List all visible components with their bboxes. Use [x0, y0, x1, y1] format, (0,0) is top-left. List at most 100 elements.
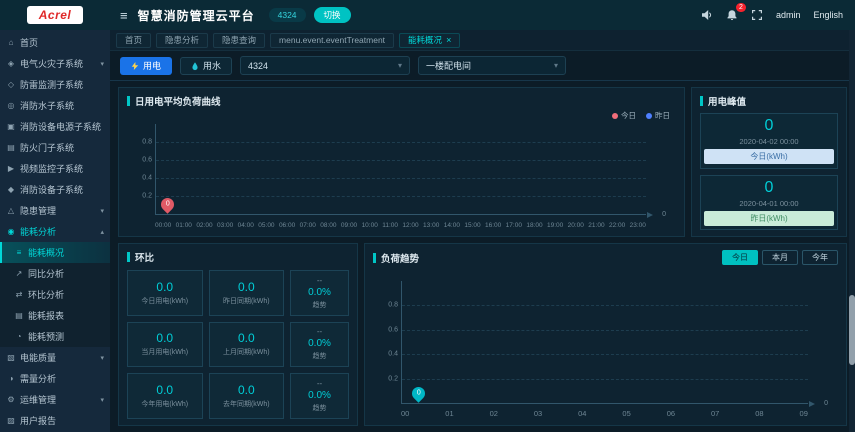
language-switch[interactable]: English	[813, 10, 843, 20]
sidebar-subitem-energy-report[interactable]: ▤ 能耗报表	[0, 305, 110, 326]
range-button-today[interactable]: 今日	[722, 250, 758, 265]
sidebar-item-label: 防火门子系统	[20, 143, 75, 153]
peak-cards: 0 2020-04-02 00:00 今日(kWh) 0 2020-04-01 00:0…	[700, 113, 838, 230]
electric-toggle-button[interactable]: 用电	[120, 56, 173, 75]
gridline	[402, 329, 808, 331]
bell-icon[interactable]: 2	[726, 3, 746, 21]
header-actions: 2 admin English	[701, 3, 843, 21]
power-supply-icon: ▣	[7, 122, 15, 131]
sidebar-subitem-mom-analysis[interactable]: ⇄ 环比分析	[0, 284, 110, 305]
daily-load-panel: 日用电平均负荷曲线 今日 昨日 0 0 0.8 0.6 0.4 0.2 00:00 01:…	[118, 87, 685, 237]
sidebar-subitem-energy-forecast[interactable]: ◔ 能耗预测	[0, 326, 110, 347]
sidebar-item-energy-analysis[interactable]: ◉ 能耗分析 ▴	[0, 221, 110, 242]
sidebar-subitem-label: 能耗报表	[28, 311, 65, 321]
tab-home[interactable]: 首页	[116, 32, 152, 48]
stat-value: 0.0	[156, 331, 174, 346]
axis-end-value: 0	[824, 400, 828, 407]
stat-card: 0.0 昨日同期(kWh)	[208, 270, 285, 316]
trend-value: 0.0%	[308, 390, 331, 402]
sidebar-item-demand-analysis[interactable]: ◑ 需量分析	[0, 368, 110, 389]
gridline	[402, 378, 808, 380]
x-tick-label: 23:00	[629, 222, 646, 229]
tab-hazard-query[interactable]: 隐患查询	[213, 32, 266, 48]
sidebar-item-user-report[interactable]: ▨ 用户报告	[0, 410, 110, 431]
range-button-year[interactable]: 今年	[802, 250, 838, 265]
y-tick-label: 0.2	[388, 375, 398, 383]
electric-fire-icon: ◈	[7, 59, 15, 68]
peak-date: 2020-04-01 00:00	[739, 198, 799, 208]
tab-hazard-analysis[interactable]: 隐患分析	[156, 32, 209, 48]
body: ⌂ 首页 ◈ 电气火灾子系统 ▾ ◇ 防雷监测子系统 ◎ 消防水子系统 ▣ 消防设备电源子系统 ▤ 防火…	[0, 30, 855, 432]
tab-energy-overview[interactable]: 能耗概况 ×	[399, 32, 461, 48]
station-select[interactable]: 4324 ▾	[240, 56, 411, 75]
trend-plot: 0 0 0.8 0.6 0.4 0.2	[388, 281, 828, 407]
legend-item[interactable]: 昨日	[646, 110, 670, 121]
sidebar-item-label: 用户报告	[20, 416, 57, 426]
trend-value: 0.0%	[308, 338, 331, 350]
x-tick-label: 05:00	[258, 222, 275, 229]
peak-card: 0 2020-04-02 00:00 今日(kWh)	[700, 113, 838, 169]
sidebar-subitem-yoy-analysis[interactable]: ↗ 同比分析	[0, 263, 110, 284]
sidebar-item-label: 电气火灾子系统	[20, 59, 84, 69]
x-tick-label: 08	[755, 409, 764, 418]
daily-legend: 今日 昨日	[612, 110, 670, 121]
yoy-icon: ↗	[15, 269, 23, 278]
acrel-logo: Acrel	[26, 6, 84, 24]
station-select-value: 4324	[248, 60, 269, 71]
legend-label: 昨日	[655, 111, 670, 120]
peak-date: 2020-04-02 00:00	[739, 137, 799, 147]
x-tick-label: 09:00	[340, 222, 358, 229]
room-select-value: 一楼配电间	[426, 61, 472, 71]
stat-card: -- 0.0% 趋势	[290, 321, 349, 368]
stat-label: 趋势	[312, 301, 327, 309]
stat-value: 0.0	[156, 279, 174, 294]
sidebar-subitem-energy-overview[interactable]: ≡ 能耗概况	[0, 242, 110, 263]
scrollbar-thumb[interactable]	[849, 295, 855, 365]
sidebar-item-power-quality[interactable]: ▧ 电能质量 ▾	[0, 347, 110, 368]
sidebar-item-fire-door[interactable]: ▤ 防火门子系统	[0, 137, 110, 158]
sidebar-item-fire-power[interactable]: ▣ 消防设备电源子系统	[0, 116, 110, 137]
range-button-month[interactable]: 本月	[762, 250, 798, 265]
tab-event-treatment[interactable]: menu.event.eventTreatment	[270, 32, 395, 48]
username[interactable]: admin	[776, 10, 801, 20]
sidebar-collapse-icon[interactable]: ≡	[120, 8, 128, 23]
peak-panel: 用电峰值 0 2020-04-02 00:00 今日(kWh) 0 2020-04-01…	[691, 87, 847, 237]
sidebar-subitem-label: 环比分析	[28, 290, 65, 300]
daily-load-chart: 今日 昨日 0 0 0.8 0.6 0.4 0.2 00:00 01:00 02:00 03:…	[127, 111, 676, 230]
sidebar-item-fire-device[interactable]: ◆ 消防设备子系统	[0, 179, 110, 200]
sidebar-item-electric-fire[interactable]: ◈ 电气火灾子系统 ▾	[0, 53, 110, 74]
sidebar-menu: ⌂ 首页 ◈ 电气火灾子系统 ▾ ◇ 防雷监测子系统 ◎ 消防水子系统 ▣ 消防设备电源子系统 ▤ 防火…	[0, 30, 110, 432]
sidebar-item-hazard-management[interactable]: △ 隐患管理 ▾	[0, 200, 110, 221]
x-tick-label: 04:00	[237, 222, 254, 229]
room-select[interactable]: 一楼配电间 ▾	[418, 56, 567, 75]
lightning-icon	[131, 61, 139, 70]
station-badge: 4324	[268, 8, 306, 22]
x-tick-label: 16:00	[485, 222, 502, 229]
sidebar-item-video-monitor[interactable]: ▶ 视频监控子系统	[0, 158, 110, 179]
stat-label: 当月用电(kWh)	[141, 349, 189, 357]
chevron-up-icon: ▴	[100, 228, 104, 236]
speaker-icon[interactable]	[701, 9, 713, 21]
stat-value: 0.0	[237, 383, 255, 398]
stat-label: 趋势	[312, 353, 327, 361]
close-icon[interactable]: ×	[446, 35, 451, 45]
alert-icon: △	[7, 206, 15, 215]
huanbi-grid: 0.0 今日用电(kWh) 0.0 昨日同期(kWh) -- 0.0% 趋势 0.0 当月用电(…	[127, 270, 349, 419]
legend-item[interactable]: 今日	[612, 110, 636, 121]
scrollbar[interactable]	[849, 30, 855, 432]
stat-label: 今日用电(kWh)	[141, 297, 189, 305]
mom-icon: ⇄	[15, 290, 23, 299]
sidebar-item-lightning-protection[interactable]: ◇ 防雷监测子系统	[0, 74, 110, 95]
switch-station-button[interactable]: 切换	[313, 7, 351, 23]
daily-plot: 0 0 0.8 0.6 0.4 0.2	[142, 124, 666, 218]
fullscreen-icon[interactable]	[751, 9, 763, 21]
trend-dash: --	[316, 379, 323, 389]
trend-marker-pin: 0	[409, 384, 428, 403]
sidebar-item-fire-water[interactable]: ◎ 消防水子系统	[0, 95, 110, 116]
sidebar-item-ops-management[interactable]: ⚙ 运维管理 ▾	[0, 389, 110, 410]
gridline	[156, 196, 646, 197]
x-tick-label: 09	[799, 409, 808, 418]
y-tick-label: 0.6	[388, 326, 398, 334]
sidebar-item-home[interactable]: ⌂ 首页	[0, 32, 110, 53]
water-toggle-button[interactable]: 用水	[180, 56, 233, 75]
